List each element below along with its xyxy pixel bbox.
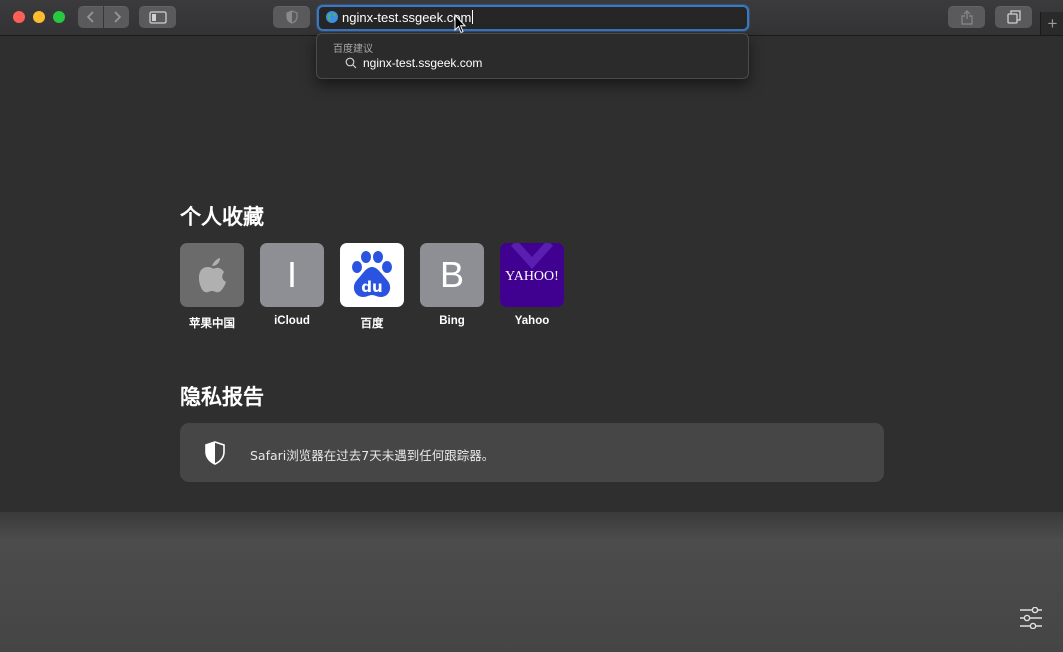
mouse-cursor-icon <box>454 14 466 34</box>
search-suggestions-dropdown: 百度建议 nginx-test.ssgeek.com <box>316 33 749 79</box>
favorites-title: 个人收藏 <box>180 205 264 229</box>
favorite-label: 百度 <box>360 318 384 330</box>
favorite-letter: I <box>286 254 297 295</box>
privacy-report-title: 隐私报告 <box>180 385 264 409</box>
forward-button[interactable] <box>104 6 129 28</box>
yahoo-logo-icon: YAHOO! <box>505 243 559 284</box>
favorite-yahoo[interactable]: YAHOO! Yahoo <box>500 243 564 327</box>
favorite-label: Yahoo <box>514 315 550 327</box>
share-button[interactable] <box>948 6 985 28</box>
favorite-tile[interactable]: du <box>340 243 404 307</box>
favorite-tile[interactable]: YAHOO! <box>500 243 564 307</box>
favorite-label: 苹果中国 <box>189 318 235 330</box>
close-window-button[interactable] <box>13 11 25 23</box>
share-icon <box>960 9 973 25</box>
shield-icon <box>285 10 298 24</box>
customize-start-page-button[interactable] <box>1019 607 1043 629</box>
toolbar: nginx-test.ssgeek.com + <box>0 0 1063 36</box>
chevron-right-icon <box>113 11 121 23</box>
suggestions-header: 百度建议 <box>333 44 373 55</box>
favorite-baidu[interactable]: du 百度 <box>340 243 404 331</box>
minimize-window-button[interactable] <box>33 11 45 23</box>
chevron-left-icon <box>86 11 94 23</box>
sidebar-icon <box>148 10 167 24</box>
favorite-label: iCloud <box>274 315 310 327</box>
maximize-window-button[interactable] <box>53 11 65 23</box>
favorite-label: Bing <box>439 315 465 327</box>
favorite-letter: B <box>439 254 464 295</box>
background-floor <box>0 512 1063 652</box>
show-tabs-button[interactable] <box>995 6 1032 28</box>
favorite-apple[interactable]: 苹果中国 <box>180 243 244 331</box>
address-bar[interactable]: nginx-test.ssgeek.com <box>317 5 749 31</box>
privacy-report-card[interactable]: Safari浏览器在过去7天未遇到任何跟踪器。 <box>180 423 884 482</box>
suggestion-item[interactable]: nginx-test.ssgeek.com <box>345 56 482 70</box>
privacy-report-button[interactable] <box>273 6 310 28</box>
favorite-tile[interactable]: B <box>420 243 484 307</box>
sidebar-toggle-button[interactable] <box>139 6 176 28</box>
suggestion-text: nginx-test.ssgeek.com <box>363 56 483 70</box>
baidu-logo-text: du <box>361 278 382 296</box>
globe-icon <box>326 11 338 23</box>
favorite-bing[interactable]: B Bing <box>420 243 484 327</box>
shield-icon <box>205 441 225 465</box>
favorite-tile[interactable] <box>180 243 244 307</box>
search-icon <box>345 57 357 69</box>
yahoo-logo-text: YAHOO! <box>505 269 559 284</box>
privacy-report-message: Safari浏览器在过去7天未遇到任何跟踪器。 <box>250 448 495 463</box>
baidu-icon: du <box>352 251 392 297</box>
back-button[interactable] <box>78 6 103 28</box>
tabs-overview-icon <box>1006 10 1021 24</box>
new-tab-button[interactable]: + <box>1040 12 1063 35</box>
apple-icon <box>198 258 226 293</box>
favorite-icloud[interactable]: I iCloud <box>260 243 324 327</box>
favorite-tile[interactable]: I <box>260 243 324 307</box>
plus-icon: + <box>1047 13 1058 33</box>
